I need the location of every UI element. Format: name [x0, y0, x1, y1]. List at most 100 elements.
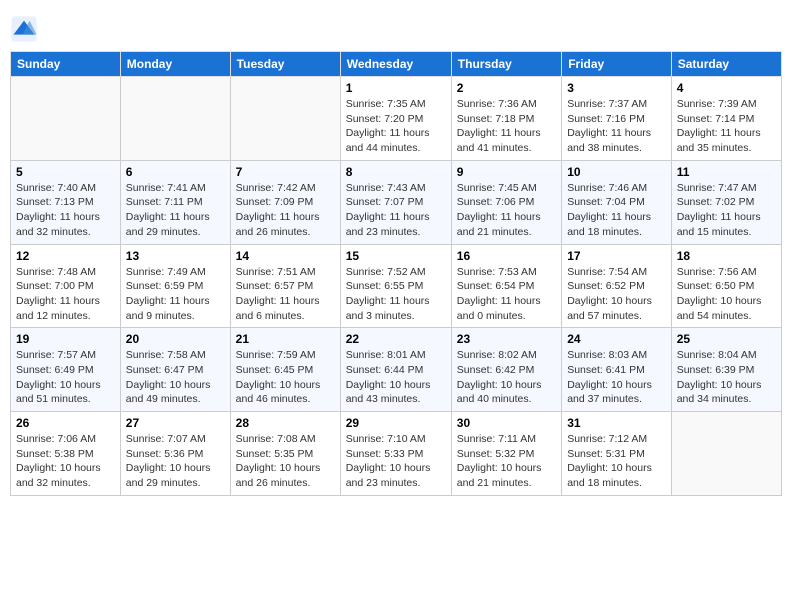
day-info: Sunrise: 7:49 AMSunset: 6:59 PMDaylight:…	[126, 265, 225, 324]
day-info: Sunrise: 7:42 AMSunset: 7:09 PMDaylight:…	[236, 181, 335, 240]
calendar-cell: 31 Sunrise: 7:12 AMSunset: 5:31 PMDayligh…	[562, 412, 672, 496]
day-info: Sunrise: 7:06 AMSunset: 5:38 PMDaylight:…	[16, 432, 115, 491]
calendar-cell: 17 Sunrise: 7:54 AMSunset: 6:52 PMDayligh…	[562, 244, 672, 328]
day-info: Sunrise: 7:07 AMSunset: 5:36 PMDaylight:…	[126, 432, 225, 491]
day-info: Sunrise: 7:59 AMSunset: 6:45 PMDaylight:…	[236, 348, 335, 407]
calendar-cell: 22Sunrise: 8:01 AMSunset: 6:44 PMDayligh…	[340, 328, 451, 412]
calendar-cell: 2Sunrise: 7:36 AMSunset: 7:18 PMDaylight…	[451, 77, 561, 161]
day-number: 21	[236, 332, 335, 346]
calendar-cell: 24 Sunrise: 8:03 AMSunset: 6:41 PMDayligh…	[562, 328, 672, 412]
day-info: Sunrise: 7:35 AMSunset: 7:20 PMDaylight:…	[346, 97, 446, 156]
day-info: Sunrise: 7:37 AMSunset: 7:16 PMDaylight:…	[567, 97, 666, 156]
calendar-cell	[671, 412, 781, 496]
calendar-cell: 12 Sunrise: 7:48 AMSunset: 7:00 PMDayligh…	[11, 244, 121, 328]
calendar-cell: 29 Sunrise: 7:10 AMSunset: 5:33 PMDayligh…	[340, 412, 451, 496]
day-number: 7	[236, 165, 335, 179]
day-number: 28	[236, 416, 335, 430]
day-number: 12	[16, 249, 115, 263]
day-number: 10	[567, 165, 666, 179]
day-info: Sunrise: 7:47 AMSunset: 7:02 PMDaylight:…	[677, 181, 776, 240]
calendar-cell: 30 Sunrise: 7:11 AMSunset: 5:32 PMDayligh…	[451, 412, 561, 496]
day-number: 18	[677, 249, 776, 263]
day-info: Sunrise: 7:53 AMSunset: 6:54 PMDaylight:…	[457, 265, 556, 324]
day-number: 15	[346, 249, 446, 263]
calendar-cell: 20Sunrise: 7:58 AMSunset: 6:47 PMDayligh…	[120, 328, 230, 412]
calendar-cell	[230, 77, 340, 161]
day-info: Sunrise: 7:41 AMSunset: 7:11 PMDaylight:…	[126, 181, 225, 240]
calendar-cell: 1 Sunrise: 7:35 AMSunset: 7:20 PMDaylight…	[340, 77, 451, 161]
day-info: Sunrise: 7:12 AMSunset: 5:31 PMDaylight:…	[567, 432, 666, 491]
day-number: 31	[567, 416, 666, 430]
calendar-cell: 26 Sunrise: 7:06 AMSunset: 5:38 PMDayligh…	[11, 412, 121, 496]
day-info: Sunrise: 7:39 AMSunset: 7:14 PMDaylight:…	[677, 97, 776, 156]
weekday-header: Friday	[562, 52, 672, 77]
calendar-cell: 8 Sunrise: 7:43 AMSunset: 7:07 PMDaylight…	[340, 160, 451, 244]
day-number: 16	[457, 249, 556, 263]
calendar-cell: 15 Sunrise: 7:52 AMSunset: 6:55 PMDayligh…	[340, 244, 451, 328]
day-number: 30	[457, 416, 556, 430]
day-info: Sunrise: 7:40 AMSunset: 7:13 PMDaylight:…	[16, 181, 115, 240]
day-number: 17	[567, 249, 666, 263]
day-info: Sunrise: 7:43 AMSunset: 7:07 PMDaylight:…	[346, 181, 446, 240]
day-number: 13	[126, 249, 225, 263]
day-number: 1	[346, 81, 446, 95]
day-number: 4	[677, 81, 776, 95]
calendar-cell: 21 Sunrise: 7:59 AMSunset: 6:45 PMDayligh…	[230, 328, 340, 412]
page-header	[10, 10, 782, 43]
day-info: Sunrise: 7:08 AMSunset: 5:35 PMDaylight:…	[236, 432, 335, 491]
calendar-cell: 13 Sunrise: 7:49 AMSunset: 6:59 PMDayligh…	[120, 244, 230, 328]
day-info: Sunrise: 7:46 AMSunset: 7:04 PMDaylight:…	[567, 181, 666, 240]
day-info: Sunrise: 7:56 AMSunset: 6:50 PMDaylight:…	[677, 265, 776, 324]
day-number: 11	[677, 165, 776, 179]
day-number: 2	[457, 81, 556, 95]
day-number: 5	[16, 165, 115, 179]
day-number: 24	[567, 332, 666, 346]
day-info: Sunrise: 7:10 AMSunset: 5:33 PMDaylight:…	[346, 432, 446, 491]
calendar-cell: 11 Sunrise: 7:47 AMSunset: 7:02 PMDayligh…	[671, 160, 781, 244]
calendar-cell: 23 Sunrise: 8:02 AMSunset: 6:42 PMDayligh…	[451, 328, 561, 412]
logo	[10, 15, 42, 43]
day-info: Sunrise: 8:02 AMSunset: 6:42 PMDaylight:…	[457, 348, 556, 407]
calendar-cell: 5 Sunrise: 7:40 AMSunset: 7:13 PMDaylight…	[11, 160, 121, 244]
day-info: Sunrise: 7:58 AMSunset: 6:47 PMDaylight:…	[126, 348, 225, 407]
calendar-cell: 19 Sunrise: 7:57 AMSunset: 6:49 PMDayligh…	[11, 328, 121, 412]
calendar-cell: 3Sunrise: 7:37 AMSunset: 7:16 PMDaylight…	[562, 77, 672, 161]
day-number: 25	[677, 332, 776, 346]
day-number: 22	[346, 332, 446, 346]
calendar-cell: 25 Sunrise: 8:04 AMSunset: 6:39 PMDayligh…	[671, 328, 781, 412]
calendar-cell: 6 Sunrise: 7:41 AMSunset: 7:11 PMDaylight…	[120, 160, 230, 244]
logo-icon	[10, 15, 38, 43]
day-info: Sunrise: 8:04 AMSunset: 6:39 PMDaylight:…	[677, 348, 776, 407]
weekday-header: Thursday	[451, 52, 561, 77]
weekday-header: Sunday	[11, 52, 121, 77]
day-number: 27	[126, 416, 225, 430]
day-info: Sunrise: 7:11 AMSunset: 5:32 PMDaylight:…	[457, 432, 556, 491]
calendar-cell: 9 Sunrise: 7:45 AMSunset: 7:06 PMDaylight…	[451, 160, 561, 244]
calendar-cell	[11, 77, 121, 161]
day-number: 23	[457, 332, 556, 346]
day-number: 19	[16, 332, 115, 346]
day-info: Sunrise: 8:03 AMSunset: 6:41 PMDaylight:…	[567, 348, 666, 407]
day-info: Sunrise: 7:48 AMSunset: 7:00 PMDaylight:…	[16, 265, 115, 324]
calendar-cell: 10 Sunrise: 7:46 AMSunset: 7:04 PMDayligh…	[562, 160, 672, 244]
weekday-header: Tuesday	[230, 52, 340, 77]
calendar-cell: 4 Sunrise: 7:39 AMSunset: 7:14 PMDaylight…	[671, 77, 781, 161]
day-info: Sunrise: 7:45 AMSunset: 7:06 PMDaylight:…	[457, 181, 556, 240]
weekday-header: Saturday	[671, 52, 781, 77]
calendar-cell	[120, 77, 230, 161]
calendar-cell: 27 Sunrise: 7:07 AMSunset: 5:36 PMDayligh…	[120, 412, 230, 496]
day-number: 6	[126, 165, 225, 179]
day-info: Sunrise: 7:51 AMSunset: 6:57 PMDaylight:…	[236, 265, 335, 324]
day-number: 26	[16, 416, 115, 430]
day-number: 29	[346, 416, 446, 430]
day-info: Sunrise: 7:57 AMSunset: 6:49 PMDaylight:…	[16, 348, 115, 407]
calendar-cell: 28 Sunrise: 7:08 AMSunset: 5:35 PMDayligh…	[230, 412, 340, 496]
weekday-header: Wednesday	[340, 52, 451, 77]
day-info: Sunrise: 7:54 AMSunset: 6:52 PMDaylight:…	[567, 265, 666, 324]
calendar-cell: 18 Sunrise: 7:56 AMSunset: 6:50 PMDayligh…	[671, 244, 781, 328]
day-number: 9	[457, 165, 556, 179]
calendar-cell: 16 Sunrise: 7:53 AMSunset: 6:54 PMDayligh…	[451, 244, 561, 328]
calendar: SundayMondayTuesdayWednesdayThursdayFrid…	[10, 51, 782, 496]
day-number: 8	[346, 165, 446, 179]
day-info: Sunrise: 7:52 AMSunset: 6:55 PMDaylight:…	[346, 265, 446, 324]
